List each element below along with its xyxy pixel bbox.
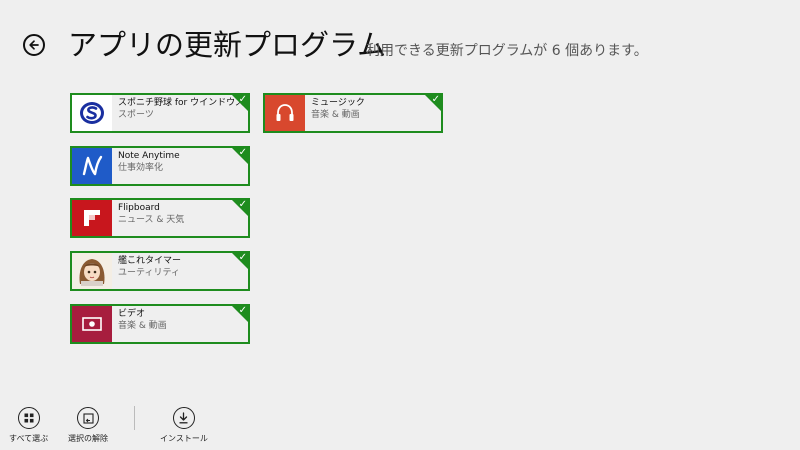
app-name: 艦これタイマー	[118, 256, 182, 266]
select-all-button[interactable]: すべて選ぶ	[9, 407, 48, 444]
checkmark-icon: ✓	[238, 252, 247, 263]
download-arrow-icon	[179, 412, 188, 424]
video-icon	[72, 306, 112, 342]
app-category: 仕事効率化	[118, 163, 164, 173]
app-category: 音楽 & 動画	[118, 321, 167, 331]
update-tile-sponichi[interactable]: スポニチ野球 for ウインドウズ8 スポーツ ✓	[70, 93, 250, 133]
app-category: ユーティリティ	[118, 268, 180, 278]
select-all-label: すべて選ぶ	[9, 434, 49, 443]
update-tile-flipboard[interactable]: Flipboard ニュース & 天気 ✓	[70, 198, 250, 238]
appbar-divider	[134, 406, 135, 430]
clear-selection-icon	[82, 412, 94, 424]
checkmark-icon: ✓	[431, 94, 440, 105]
headphones-icon	[265, 95, 305, 131]
select-all-grid-icon	[24, 413, 34, 423]
app-category: スポーツ	[118, 110, 154, 120]
update-tile-kancolle-timer[interactable]: 艦これタイマー ユーティリティ ✓	[70, 251, 250, 291]
app-name: スポニチ野球 for ウインドウズ8	[118, 98, 248, 108]
update-tile-music[interactable]: ミュージック 音楽 & 動画 ✓	[263, 93, 443, 133]
update-count-subtitle: 利用できる更新プログラムが 6 個あります。	[366, 43, 648, 59]
update-tile-video[interactable]: ビデオ 音楽 & 動画 ✓	[70, 304, 250, 344]
kancolle-character-icon	[72, 253, 112, 289]
update-tile-note-anytime[interactable]: Note Anytime 仕事効率化 ✓	[70, 146, 250, 186]
sponichi-s-icon	[72, 95, 112, 131]
checkmark-icon: ✓	[238, 305, 247, 316]
checkmark-icon: ✓	[238, 147, 247, 158]
app-name: ビデオ	[118, 309, 146, 319]
back-button[interactable]	[23, 34, 45, 56]
clear-selection-label: 選択の解除	[68, 434, 108, 443]
back-arrow-icon	[29, 40, 39, 50]
app-category: 音楽 & 動画	[311, 110, 360, 120]
page-title: アプリの更新プログラム	[68, 28, 387, 62]
install-button[interactable]: インストール	[160, 407, 208, 444]
checkmark-icon: ✓	[238, 94, 247, 105]
app-name: Flipboard	[118, 203, 160, 213]
note-anytime-n-icon	[72, 148, 112, 184]
app-name: Note Anytime	[118, 151, 180, 161]
app-name: ミュージック	[311, 98, 365, 108]
checkmark-icon: ✓	[238, 199, 247, 210]
clear-selection-button[interactable]: 選択の解除	[68, 407, 108, 444]
install-label: インストール	[160, 434, 208, 443]
app-category: ニュース & 天気	[118, 215, 185, 225]
flipboard-icon	[72, 200, 112, 236]
